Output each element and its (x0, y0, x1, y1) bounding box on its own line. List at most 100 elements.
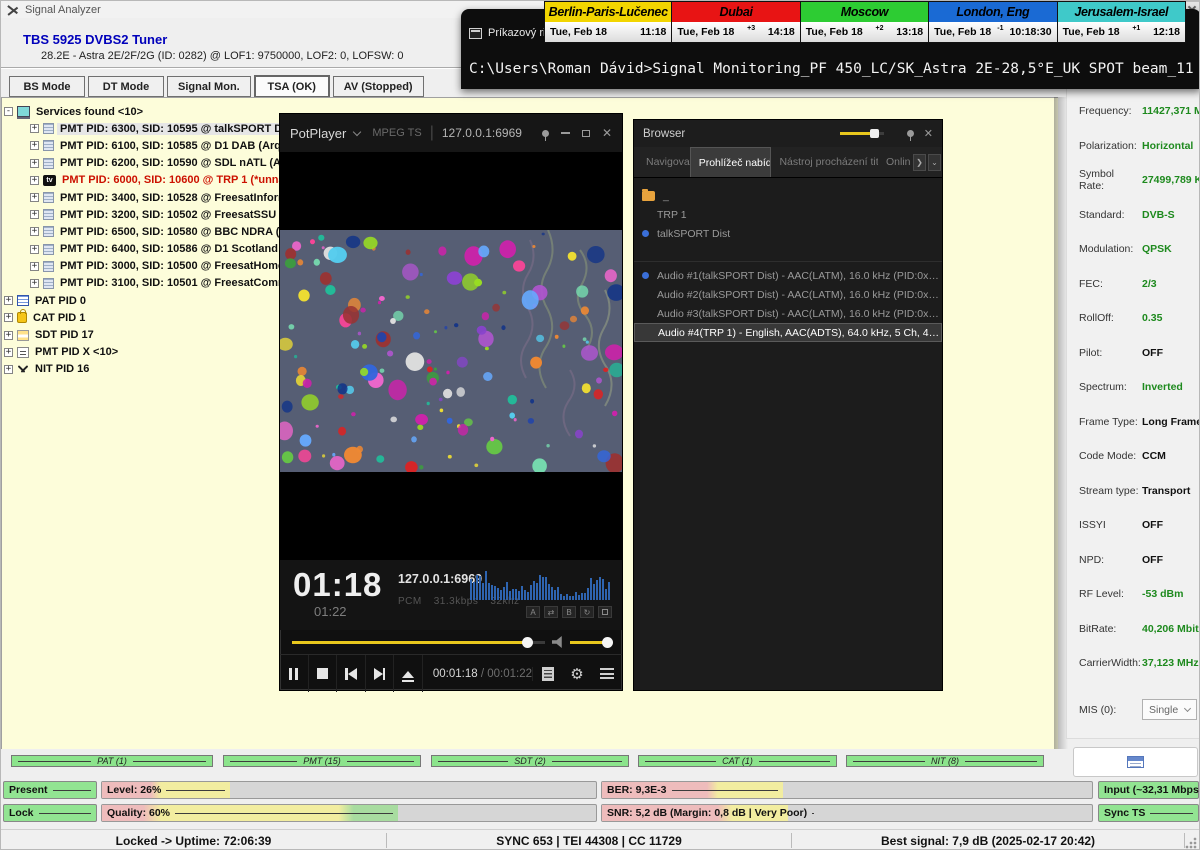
mode-button-signal-mon-[interactable]: Signal Mon. (167, 76, 251, 97)
previous-button[interactable] (337, 655, 366, 692)
tree-expander[interactable]: + (4, 365, 13, 374)
app-logo-icon (7, 4, 19, 16)
close-icon[interactable]: ✕ (602, 126, 612, 140)
parameter-row: Code Mode:CCM (1079, 439, 1197, 474)
tab-dropdown-button[interactable]: ⌄ (928, 154, 941, 171)
speaker-icon[interactable] (552, 636, 565, 648)
pause-button[interactable] (280, 655, 309, 692)
parameter-row: RF Level:-53 dBm (1079, 577, 1197, 612)
seek-bar[interactable] (292, 641, 545, 644)
chevron-down-icon (1184, 705, 1191, 712)
tree-expander[interactable]: + (30, 141, 39, 150)
eject-button[interactable] (394, 655, 423, 692)
nit-icon (17, 364, 29, 375)
tab-onlin[interactable]: Onlin (878, 147, 912, 177)
maximize-icon[interactable] (582, 130, 590, 137)
audio-track-label: Audio #1(talkSPORT Dist) - AAC(LATM), 16… (657, 270, 942, 282)
audio-track-item[interactable]: Audio #4(TRP 1) - English, AAC(ADTS), 64… (634, 323, 942, 342)
ab-repeat-buttons: A ⇄ B ↻ (526, 606, 612, 618)
tree-expander[interactable]: + (4, 331, 13, 340)
b-point-button[interactable]: B (562, 606, 576, 618)
clock-london-eng: London, EngTue, Feb 18-110:18:30 (929, 1, 1057, 43)
tree-expander[interactable]: + (30, 176, 39, 185)
sync-ts-indicator: Sync TS (1098, 804, 1199, 822)
parameter-row: Modulation:QPSK (1079, 232, 1197, 267)
tree-expander[interactable]: + (30, 262, 39, 271)
resize-grip[interactable] (1185, 837, 1197, 849)
parameter-value: QPSK (1142, 243, 1172, 255)
ab-arrow-icon[interactable]: ⇄ (544, 606, 558, 618)
settings-button[interactable]: ⚙ (562, 665, 592, 683)
clock-offset: -1 (997, 25, 1003, 32)
table-icon (17, 295, 29, 306)
tree-expander[interactable]: - (4, 107, 13, 116)
menu-button[interactable] (592, 668, 622, 679)
clock-time-row: Tue, Feb 18+314:18 (672, 22, 799, 42)
mode-button-tsa-ok-[interactable]: TSA (OK) (254, 75, 330, 98)
gear-icon: ⚙ (570, 665, 583, 683)
close-icon[interactable]: ✕ (924, 127, 933, 140)
tree-expander[interactable]: + (4, 296, 13, 305)
browser-list-item[interactable]: _ (634, 186, 942, 205)
video-zone[interactable] (280, 152, 622, 560)
tree-expander[interactable]: + (30, 210, 39, 219)
audio-track-item[interactable]: Audio #1(talkSPORT Dist) - AAC(LATM), 16… (634, 266, 942, 285)
pin-icon[interactable] (542, 130, 549, 137)
mode-button-bs-mode[interactable]: BS Mode (9, 76, 85, 97)
grid-icon (43, 123, 54, 134)
stop-button[interactable] (309, 655, 338, 692)
clock-time: 12:18 (1153, 26, 1180, 38)
potplayer-menu[interactable]: PotPlayer (290, 126, 346, 141)
minimize-icon[interactable] (561, 132, 570, 134)
next-button[interactable] (366, 655, 395, 692)
audio-track-item[interactable]: Audio #3(talkSPORT Dist) - AAC(LATM), 16… (634, 304, 942, 323)
mode-button-dt-mode[interactable]: DT Mode (88, 76, 164, 97)
browser-titlebar[interactable]: Browser ✕ (634, 120, 942, 147)
parameter-row: CarrierWidth:37,123 MHz (1079, 646, 1197, 681)
playlist-button[interactable] (532, 667, 562, 681)
a-point-button[interactable]: A (526, 606, 540, 618)
repeat-icon[interactable]: ↻ (580, 606, 594, 618)
tree-expander[interactable]: + (30, 124, 39, 133)
parameter-row: RollOff:0.35 (1079, 301, 1197, 336)
volume-knob[interactable] (602, 637, 613, 648)
tree-expander[interactable]: + (4, 348, 13, 357)
sdt-icon (17, 330, 29, 341)
tab-n-stroj-proch-zen-titulk-[interactable]: Nástroj procházení titulků (771, 147, 878, 177)
seek-knob[interactable] (522, 637, 533, 648)
pin-icon[interactable] (907, 130, 914, 137)
tuner-details: 28.2E - Astra 2E/2F/2G (ID: 0282) @ LOF1… (41, 50, 404, 62)
grid-icon (43, 278, 54, 289)
elapsed-time: 01:18 (293, 566, 382, 604)
fullscreen-icon[interactable] (598, 606, 612, 618)
audio-track-item[interactable]: Audio #2(talkSPORT Dist) - AAC(LATM), 16… (634, 285, 942, 304)
tree-expander[interactable]: + (30, 193, 39, 202)
codec-name: PCM (398, 596, 422, 607)
browser-list-item[interactable]: TRP 1 (634, 205, 942, 224)
clock-offset: +1 (1132, 25, 1140, 32)
browser-list-item[interactable]: talkSPORT Dist (634, 224, 942, 243)
tab-scroll-right-button[interactable]: ❯ (913, 154, 926, 171)
parameter-label: MIS (0): (1079, 704, 1142, 716)
tree-expander[interactable]: + (30, 227, 39, 236)
potplayer-titlebar[interactable]: PotPlayer MPEG TS | 127.0.0.1:6969 ✕ (280, 114, 622, 152)
tree-expander[interactable]: + (30, 279, 39, 288)
browser-title: Browser (643, 128, 685, 140)
tree-item-label: Services found <10> (33, 106, 146, 118)
tree-expander[interactable]: + (4, 313, 13, 322)
clock-time: 11:18 (640, 26, 666, 38)
terminal-command[interactable]: C:\Users\Roman Dávid>Signal Monitoring_P… (469, 61, 1200, 77)
volume-bar[interactable] (570, 641, 612, 644)
ber-bar: BER: 9,3E-3 (601, 781, 1093, 799)
status-bar: Locked -> Uptime: 72:06:39 SYNC 653 | TE… (1, 829, 1199, 850)
parameter-row: ISSYIOFF (1079, 508, 1197, 543)
mode-button-av-stopped-[interactable]: AV (Stopped) (333, 76, 424, 97)
parameter-label: Spectrum: (1079, 381, 1142, 393)
tree-expander[interactable]: + (30, 159, 39, 168)
parameter-row: Stream type:Transport (1079, 474, 1197, 509)
mis-select[interactable]: Single (1142, 699, 1197, 720)
tab-navigovat[interactable]: Navigovat (638, 147, 690, 177)
browser-slider[interactable] (840, 132, 884, 135)
tab-prohl-e-nab-dky[interactable]: Prohlížeč nabídky (690, 147, 772, 177)
tree-expander[interactable]: + (30, 245, 39, 254)
